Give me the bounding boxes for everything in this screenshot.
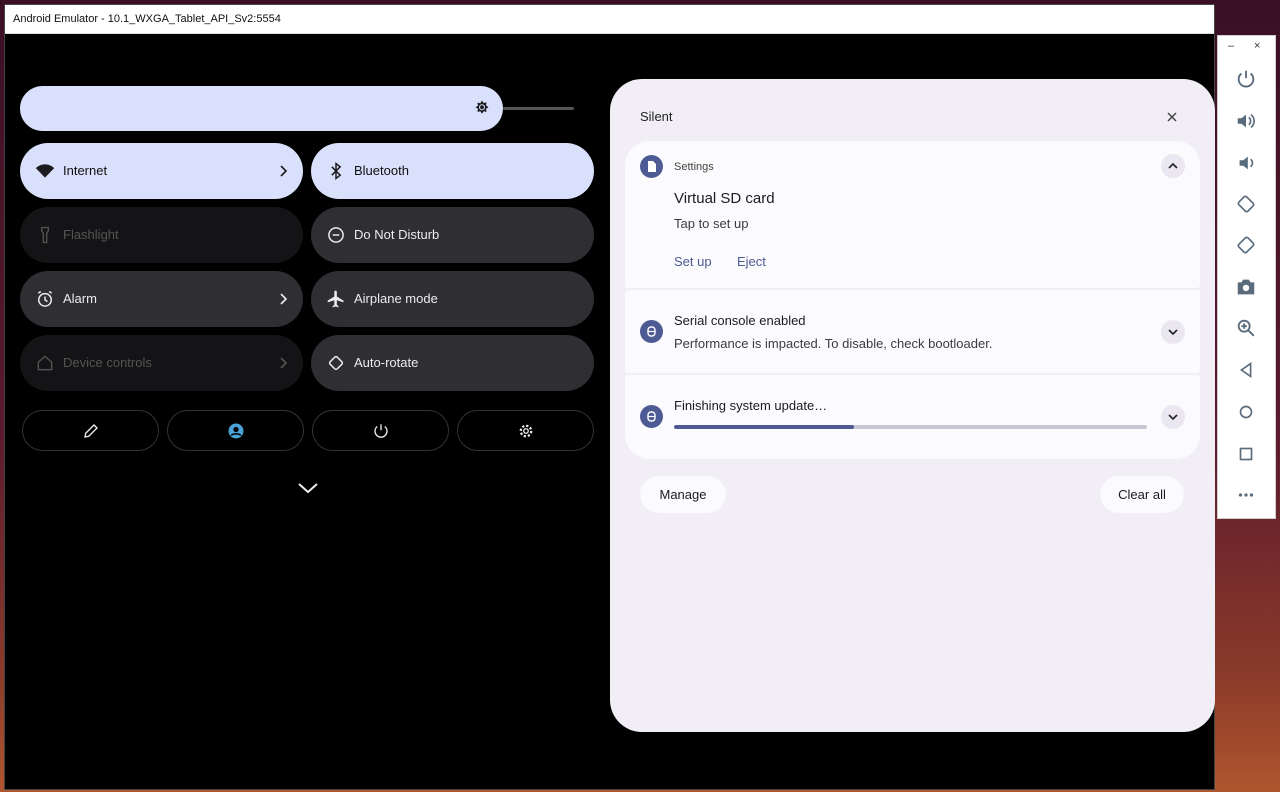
more-icon[interactable] xyxy=(1235,484,1257,506)
collapse-chevron-icon[interactable] xyxy=(296,481,320,495)
chevron-down-icon xyxy=(1168,329,1178,336)
settings-button[interactable] xyxy=(457,410,594,451)
do-not-disturb-icon xyxy=(328,227,344,243)
expand-button[interactable] xyxy=(1161,405,1185,429)
chevron-right-icon xyxy=(280,165,288,177)
emulator-toolbar: – × xyxy=(1217,35,1276,519)
expand-button[interactable] xyxy=(1161,320,1185,344)
device-screen[interactable]: Internet Bluetooth Flashlight Do Not Dis… xyxy=(5,34,1215,789)
user-button[interactable] xyxy=(167,410,304,451)
tile-label: Auto-rotate xyxy=(354,355,419,370)
chevron-up-icon xyxy=(1168,162,1178,169)
home-icon xyxy=(37,355,53,371)
notification-title: Serial console enabled xyxy=(674,313,806,328)
sd-card-icon xyxy=(640,155,663,178)
chevron-right-icon xyxy=(280,357,288,369)
tile-label: Internet xyxy=(63,163,108,178)
settings-icon xyxy=(519,424,533,438)
manage-button[interactable]: Manage xyxy=(640,476,726,513)
tile-auto-rotate[interactable]: Auto-rotate xyxy=(311,335,594,391)
wifi-icon xyxy=(35,164,55,178)
tile-device-controls[interactable]: Device controls xyxy=(20,335,303,391)
power-menu-button[interactable] xyxy=(312,410,449,451)
emulator-window: Android Emulator - 10.1_WXGA_Tablet_API_… xyxy=(4,4,1215,790)
clear-all-button[interactable]: Clear all xyxy=(1100,476,1184,513)
close-button[interactable]: × xyxy=(1254,40,1260,52)
auto-rotate-icon xyxy=(328,355,344,371)
tile-label: Alarm xyxy=(63,291,97,306)
alarm-icon xyxy=(37,290,53,307)
home-icon[interactable] xyxy=(1235,401,1257,423)
tile-label: Do Not Disturb xyxy=(354,227,440,242)
android-system-icon xyxy=(640,405,663,428)
user-icon xyxy=(228,423,244,439)
notification-title: Finishing system update… xyxy=(674,398,828,413)
chevron-right-icon xyxy=(280,293,288,305)
brightness-icon xyxy=(473,99,491,122)
brightness-track[interactable] xyxy=(503,107,574,110)
tile-label: Flashlight xyxy=(63,227,119,242)
notification-system-update[interactable]: Finishing system update… xyxy=(625,375,1200,459)
notification-title: Virtual SD card xyxy=(674,190,775,207)
tile-label: Airplane mode xyxy=(354,291,438,306)
notification-text: Performance is impacted. To disable, che… xyxy=(674,336,993,351)
back-icon[interactable] xyxy=(1235,359,1257,381)
tile-alarm[interactable]: Alarm xyxy=(20,271,303,327)
overview-icon[interactable] xyxy=(1235,443,1257,465)
power-icon xyxy=(374,424,388,438)
eject-action[interactable]: Eject xyxy=(737,254,766,269)
brightness-slider[interactable] xyxy=(20,86,503,131)
tile-internet[interactable]: Internet xyxy=(20,143,303,199)
notification-text: Tap to set up xyxy=(674,216,749,231)
rotate-left-icon[interactable] xyxy=(1235,193,1257,215)
flashlight-icon xyxy=(41,226,49,244)
app-name: Settings xyxy=(674,161,714,173)
minimize-button[interactable]: – xyxy=(1228,40,1234,52)
window-title: Android Emulator - 10.1_WXGA_Tablet_API_… xyxy=(13,13,281,25)
tile-flashlight[interactable]: Flashlight xyxy=(20,207,303,263)
update-progress-bar xyxy=(674,425,1147,429)
rotate-right-icon[interactable] xyxy=(1235,234,1257,256)
set-up-action[interactable]: Set up xyxy=(674,254,712,269)
volume-down-icon[interactable] xyxy=(1235,152,1257,174)
tile-label: Device controls xyxy=(63,355,152,370)
tile-bluetooth[interactable]: Bluetooth xyxy=(311,143,594,199)
edit-button[interactable] xyxy=(22,410,159,451)
android-system-icon xyxy=(640,320,663,343)
volume-up-icon[interactable] xyxy=(1235,110,1257,132)
tile-airplane-mode[interactable]: Airplane mode xyxy=(311,271,594,327)
progress-fill xyxy=(674,425,854,429)
bluetooth-icon xyxy=(331,161,342,181)
tile-label: Bluetooth xyxy=(354,163,409,178)
power-icon[interactable] xyxy=(1235,68,1257,90)
close-icon[interactable] xyxy=(1165,110,1179,124)
camera-icon[interactable] xyxy=(1235,276,1257,298)
notification-virtual-sd-card[interactable]: Settings Virtual SD card Tap to set up S… xyxy=(625,141,1200,288)
notification-stack: Settings Virtual SD card Tap to set up S… xyxy=(625,141,1200,459)
airplane-icon xyxy=(327,290,344,308)
tile-do-not-disturb[interactable]: Do Not Disturb xyxy=(311,207,594,263)
chevron-down-icon xyxy=(1168,414,1178,421)
notification-serial-console[interactable]: Serial console enabled Performance is im… xyxy=(625,290,1200,373)
edit-icon xyxy=(84,424,98,438)
title-bar[interactable]: Android Emulator - 10.1_WXGA_Tablet_API_… xyxy=(5,5,1214,34)
collapse-button[interactable] xyxy=(1161,154,1185,178)
zoom-icon[interactable] xyxy=(1235,317,1257,339)
section-header: Silent xyxy=(640,109,673,124)
notification-panel: Silent Settings Virtual SD card Tap to s… xyxy=(610,79,1215,732)
